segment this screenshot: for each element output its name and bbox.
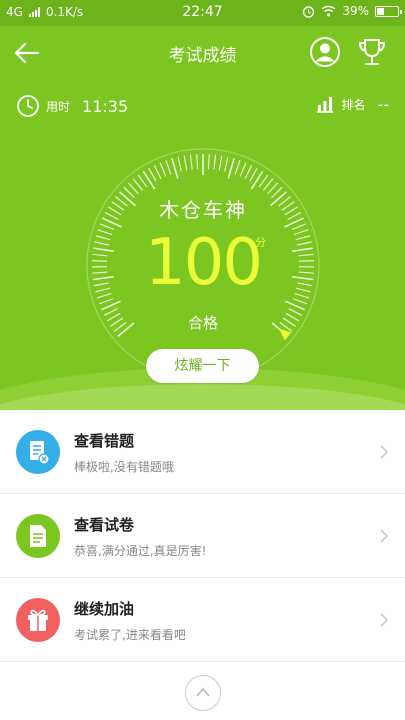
page-title: 考试成绩: [168, 46, 237, 66]
trophy-button[interactable]: [356, 36, 388, 68]
gauge-tick: [262, 178, 274, 191]
exam-paper-icon: [16, 514, 60, 558]
battery-percent: 39%: [342, 4, 369, 18]
rank-chart-icon: [317, 97, 334, 113]
list-item-title: 查看试卷: [74, 516, 135, 534]
gauge-tick: [224, 156, 229, 172]
exam-result-screen: 4G 0.1K/s 22:47 39% 考试成绩 用时 11:35 排名 -- …: [0, 0, 405, 720]
gauge-tick: [127, 182, 139, 195]
gauge-tick: [148, 167, 157, 182]
driver-title: 木仓车神: [159, 198, 247, 222]
score-value: 100: [144, 226, 263, 300]
gauge-tick: [227, 158, 235, 179]
avatar-button[interactable]: [309, 36, 341, 68]
info-row: 用时 11:35 排名 --: [0, 92, 405, 122]
result-label: 合格: [187, 314, 218, 332]
gauge-tick: [189, 154, 193, 170]
gauge-tick: [101, 300, 121, 311]
list-item-title: 查看错题: [74, 432, 135, 450]
gauge-tick: [196, 154, 199, 170]
list-item-title: 继续加油: [74, 600, 135, 618]
chevron-right-icon: [380, 445, 389, 459]
gauge-tick: [267, 182, 279, 195]
gauge-tick: [239, 162, 247, 177]
gauge-tick: [213, 154, 217, 170]
gauge-tick: [207, 154, 210, 170]
score-unit: 分: [255, 236, 266, 249]
gauge-tick: [142, 170, 156, 190]
list-item-keep-going[interactable]: 继续加油 考试累了,进来看看吧: [0, 578, 405, 662]
gauge-tick: [159, 162, 167, 177]
gauge-tick: [183, 155, 188, 171]
gauge-tick: [171, 158, 179, 179]
gauge-tick: [165, 160, 172, 175]
time-value: 11:35: [82, 96, 129, 116]
chevron-up-icon: [196, 687, 210, 697]
gauge-tick: [285, 300, 305, 311]
action-list: 查看错题 棒极啦,没有错题哦 查看试卷 恭喜,满分通过,真是厉害! 继续加油 考…: [0, 410, 405, 662]
rank-label: 排名: [341, 97, 366, 112]
battery-icon: [375, 5, 402, 17]
scroll-up-button[interactable]: [185, 675, 221, 711]
gauge-tick: [153, 164, 162, 179]
alarm-icon: [303, 5, 315, 18]
gauge-tick: [250, 170, 264, 190]
wifi-icon: [321, 5, 336, 17]
time-used: 用时 11:35: [16, 94, 128, 118]
rank-value: --: [377, 94, 389, 114]
gauge-tick: [177, 156, 182, 172]
header: 考试成绩: [0, 28, 405, 76]
time-label: 用时: [46, 99, 71, 114]
gauge-tick: [234, 160, 241, 175]
trophy-icon: [358, 39, 386, 65]
gauge-tick: [258, 174, 269, 188]
wrong-questions-icon: [16, 430, 60, 474]
gauge-tick: [132, 178, 144, 191]
gauge-tick: [244, 164, 253, 179]
list-item-exam-paper[interactable]: 查看试卷 恭喜,满分通过,真是厉害!: [0, 494, 405, 578]
list-item-subtitle: 考试累了,进来看看吧: [74, 628, 186, 642]
user-avatar-icon: [310, 37, 340, 67]
gift-icon: [16, 598, 60, 642]
status-bar: 4G 0.1K/s 22:47 39%: [0, 0, 405, 26]
chevron-right-icon: [380, 529, 389, 543]
list-item-subtitle: 棒极啦,没有错题哦: [74, 460, 174, 474]
gauge-tick: [137, 174, 148, 188]
rank: 排名 --: [315, 94, 389, 114]
gauge-tick: [249, 167, 258, 182]
gauge-tick: [218, 155, 223, 171]
chevron-right-icon: [380, 613, 389, 627]
clock-icon: [17, 95, 39, 117]
list-item-subtitle: 恭喜,满分通过,真是厉害!: [74, 544, 207, 558]
show-off-button[interactable]: 炫耀一下: [146, 349, 259, 383]
list-item-wrong-questions[interactable]: 查看错题 棒极啦,没有错题哦: [0, 410, 405, 494]
